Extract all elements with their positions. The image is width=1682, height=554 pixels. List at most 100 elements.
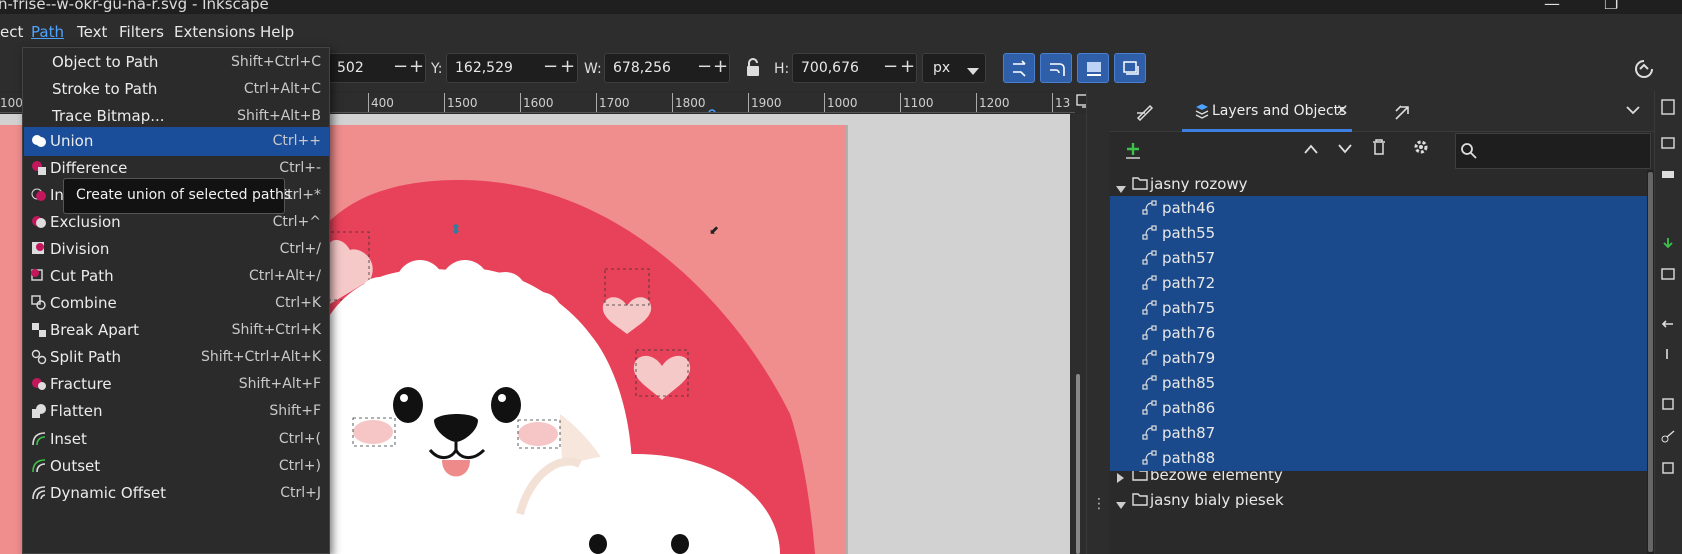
dock-separator: ⋮ [1086, 91, 1110, 554]
scale-stroke-button[interactable] [1003, 53, 1035, 83]
layer-object-row[interactable]: path46 [1110, 196, 1647, 221]
x-decrement-icon[interactable]: − [393, 56, 408, 77]
commands-bar [1654, 91, 1682, 554]
trash-icon[interactable] [1372, 139, 1386, 159]
menu-item-label: Inset [50, 430, 87, 448]
redo-icon[interactable] [1661, 347, 1675, 365]
layer-object-row[interactable]: path55 [1110, 221, 1647, 246]
align-tab-icon[interactable] [1393, 101, 1413, 125]
inset-icon [31, 431, 47, 451]
w-field[interactable]: 678,256 − + [604, 53, 730, 83]
layer-object-row[interactable]: path88 [1110, 446, 1647, 471]
menu-item-label: Division [50, 240, 110, 258]
copy-icon[interactable] [1661, 397, 1675, 415]
menu-item-flatten[interactable]: Flatten Shift+F [24, 397, 329, 426]
paste-icon[interactable] [1661, 461, 1675, 479]
combine-icon [31, 295, 47, 315]
drag-handle-icon[interactable]: ⋮ [1092, 496, 1106, 512]
menu-item-object-to-path[interactable]: Object to Path Shift+Ctrl+C [24, 48, 329, 77]
transform-gradients-button[interactable] [1077, 53, 1109, 83]
path-node-icon [1142, 450, 1158, 470]
x-increment-icon[interactable]: + [409, 56, 424, 77]
undo-icon[interactable] [1661, 317, 1675, 335]
layer-object-row[interactable]: path75 [1110, 296, 1647, 321]
menu-object[interactable]: ect [0, 23, 23, 41]
path-node-icon [1142, 375, 1158, 395]
fill-stroke-tab-icon[interactable] [1135, 101, 1155, 125]
transform-patterns-button[interactable] [1114, 53, 1146, 83]
scrollbar-thumb[interactable] [1076, 374, 1080, 554]
svg-text:⬍: ⬍ [450, 222, 462, 238]
menu-item-break-apart[interactable]: Break Apart Shift+Ctrl+K [24, 316, 329, 345]
y-decrement-icon[interactable]: − [543, 56, 558, 77]
path-node-icon [1142, 325, 1158, 345]
menu-item-division[interactable]: Division Ctrl+/ [24, 235, 329, 264]
y-field[interactable]: 162,529 − + [446, 53, 578, 83]
h-decrement-icon[interactable]: − [883, 56, 898, 77]
close-icon[interactable]: ✕ [1336, 101, 1349, 119]
menu-extensions[interactable]: Extensions [174, 23, 255, 41]
expand-triangle-icon[interactable] [1116, 496, 1126, 514]
y-increment-icon[interactable]: + [560, 56, 575, 77]
ruler-line [672, 93, 673, 112]
menu-text[interactable]: Text [77, 23, 107, 41]
maximize-icon[interactable]: ❐ [1604, 0, 1618, 13]
add-layer-icon[interactable] [1124, 141, 1142, 163]
unit-select[interactable]: px [922, 53, 986, 83]
menu-filters[interactable]: Filters [119, 23, 164, 41]
canvas-vertical-scrollbar[interactable] [1070, 114, 1086, 554]
export-icon[interactable] [1661, 267, 1675, 285]
menu-help[interactable]: Help [260, 23, 294, 41]
menu-item-dynamic-offset[interactable]: Dynamic Offset Ctrl+J [24, 479, 329, 508]
h-field[interactable]: 700,676 − + [792, 53, 917, 83]
layer-object-row[interactable]: path87 [1110, 421, 1647, 446]
print-icon[interactable] [1661, 167, 1675, 185]
dynamic-offset-icon [31, 485, 47, 505]
new-document-icon[interactable] [1661, 99, 1675, 119]
chevron-down-icon [967, 64, 979, 80]
raise-icon[interactable] [1304, 142, 1318, 158]
layer-group-row[interactable]: jasny rozowy [1110, 171, 1647, 198]
layer-group-row[interactable]: jasny bialy piesek [1110, 487, 1647, 514]
difference-icon [31, 160, 47, 180]
w-increment-icon[interactable]: + [713, 56, 728, 77]
layer-object-name: path55 [1162, 224, 1216, 242]
collapse-triangle-icon[interactable] [1117, 469, 1125, 487]
import-icon[interactable] [1661, 237, 1675, 255]
menu-item-fracture[interactable]: Fracture Shift+Alt+F [24, 370, 329, 399]
layer-object-row[interactable]: path79 [1110, 346, 1647, 371]
lock-icon[interactable] [745, 57, 761, 81]
menu-item-label: Trace Bitmap... [52, 107, 165, 125]
layers-search-input[interactable] [1455, 133, 1651, 169]
path-node-icon [1142, 400, 1158, 420]
minimize-icon[interactable]: — [1544, 0, 1560, 13]
menu-item-stroke-to-path[interactable]: Stroke to Path Ctrl+Alt+C [24, 75, 329, 104]
layer-object-row[interactable]: path57 [1110, 246, 1647, 271]
menu-item-inset[interactable]: Inset Ctrl+( [24, 425, 329, 454]
menu-item-union[interactable]: Union Ctrl++ [24, 127, 329, 156]
layer-object-row[interactable]: path76 [1110, 321, 1647, 346]
menu-item-split-path[interactable]: Split Path Shift+Ctrl+Alt+K [24, 343, 329, 372]
menu-item-combine[interactable]: Combine Ctrl+K [24, 289, 329, 318]
scrollbar-thumb[interactable] [1648, 172, 1653, 552]
layer-object-row[interactable]: path85 [1110, 371, 1647, 396]
layers-scrollbar[interactable] [1647, 170, 1654, 554]
layer-object-row[interactable]: path86 [1110, 396, 1647, 421]
snap-toggle-icon[interactable] [1634, 59, 1654, 83]
cut-icon[interactable] [1661, 429, 1675, 447]
dock-menu-chevron-icon[interactable] [1626, 104, 1640, 120]
open-icon[interactable] [1661, 135, 1675, 153]
scale-corners-button[interactable] [1040, 53, 1072, 83]
x-field[interactable]: 502 − + [322, 53, 426, 83]
h-increment-icon[interactable]: + [900, 56, 915, 77]
lower-icon[interactable] [1338, 142, 1352, 158]
tab-layers-and-objects[interactable]: Layers and Objects ✕ [1182, 91, 1352, 132]
folder-icon [1132, 492, 1148, 510]
menu-item-outset[interactable]: Outset Ctrl+) [24, 452, 329, 481]
menu-path[interactable]: Path [31, 23, 64, 41]
w-decrement-icon[interactable]: − [697, 56, 712, 77]
layer-object-row[interactable]: path72 [1110, 271, 1647, 296]
menu-item-shortcut: Shift+Alt+B [237, 108, 321, 124]
menu-item-cut-path[interactable]: Cut Path Ctrl+Alt+/ [24, 262, 329, 291]
gear-icon[interactable] [1412, 138, 1430, 160]
